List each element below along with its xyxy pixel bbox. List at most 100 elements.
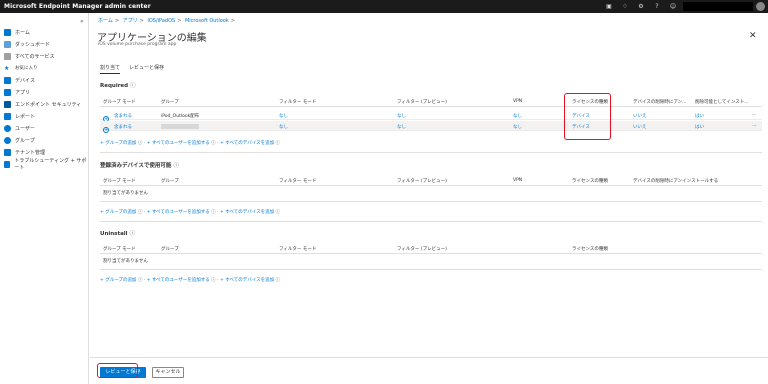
sidebar-item-troubleshooting[interactable]: トラブルシューティング + サポート [4, 158, 88, 171]
add-group-link[interactable]: + グループの追加 [100, 210, 136, 215]
cancel-button[interactable]: キャンセル [152, 367, 184, 378]
filter-mode-link[interactable]: なし [279, 113, 288, 119]
sidebar-item-all-services[interactable]: すべてのサービス [4, 51, 54, 61]
sidebar-item-tenant-admin[interactable]: テナント管理 [4, 147, 45, 157]
tab-review-save[interactable]: レビューと保存 [129, 64, 164, 74]
close-icon[interactable]: ✕ [749, 31, 757, 41]
add-all-users-link[interactable]: + すべてのユーザーを追加する [147, 278, 210, 283]
user-icon [4, 124, 11, 132]
footer-bar: レビューと保存 キャンセル [90, 357, 768, 384]
add-all-devices-link[interactable]: + すべてのデバイスを追加 [220, 210, 274, 215]
sidebar-item-label: すべてのサービス [15, 53, 55, 60]
breadcrumb-ios[interactable]: iOS/iPadOS [147, 18, 175, 24]
col-group-mode: グループ モード [103, 247, 136, 252]
breadcrumb-apps[interactable]: アプリ [123, 18, 138, 24]
info-icon[interactable]: ⓘ [130, 231, 136, 237]
required-add-links: + グループの追加 ⓘ · + すべてのユーザーを追加する ⓘ · + すべての… [100, 141, 281, 146]
info-icon[interactable]: ⓘ [130, 83, 136, 89]
sidebar-item-label: レポート [15, 113, 36, 120]
collapse-icon[interactable]: « [80, 18, 84, 25]
group-mode-link[interactable]: 含まれる [114, 124, 132, 130]
add-all-devices-link[interactable]: + すべてのデバイスを追加 [220, 278, 274, 283]
save-highlight-box [97, 363, 138, 378]
filter-mode-link[interactable]: なし [279, 124, 288, 130]
add-all-users-link[interactable]: + すべてのユーザーを追加する [147, 210, 210, 215]
list-icon [4, 52, 11, 60]
table-row[interactable]: + 含まれる なし なし なし デバイス いいえ はい ··· [100, 121, 762, 133]
info-icon[interactable]: ⓘ [173, 163, 179, 169]
sidebar-item-label: ホーム [15, 29, 30, 36]
col-filter: フィルター (プレビュー) [397, 100, 447, 105]
sidebar-item-devices[interactable]: デバイス [4, 75, 35, 85]
sidebar-item-endpoint-security[interactable]: エンドポイント セキュリティ [4, 99, 81, 109]
col-filter-mode: フィルター モード [279, 100, 317, 105]
sidebar-item-reports[interactable]: レポート [4, 111, 35, 121]
info-icon[interactable]: ⓘ [138, 210, 143, 215]
avatar[interactable] [756, 2, 765, 11]
section-divider [100, 221, 762, 222]
info-icon[interactable]: ⓘ [211, 278, 216, 283]
removable-link[interactable]: はい [695, 124, 704, 130]
info-icon[interactable]: ⓘ [276, 141, 281, 146]
sidebar: « ホーム ダッシュボード すべてのサービス ★ お気に入り デバイス アプリ … [0, 13, 89, 384]
sidebar-item-label: ダッシュボード [15, 41, 51, 48]
breadcrumb-app[interactable]: Microsoft Outlook [185, 18, 229, 24]
bell-icon[interactable]: ♢ [619, 3, 631, 10]
redacted-group-name [161, 124, 199, 129]
table-row[interactable]: + 含まれる iPod_Outlook配布 なし なし なし デバイス いいえ … [100, 110, 762, 122]
col-group: グループ [161, 179, 179, 184]
add-all-users-link[interactable]: + すべてのユーザーを追加する [147, 141, 210, 146]
add-group-link[interactable]: + グループの追加 [100, 278, 136, 283]
info-icon[interactable]: ⓘ [211, 210, 216, 215]
required-table-header: グループ モード グループ フィルター モード フィルター (プレビュー) VP… [100, 96, 762, 107]
sidebar-item-favorites[interactable]: ★ お気に入り [4, 63, 38, 73]
vpn-link[interactable]: なし [513, 113, 522, 119]
filter-link[interactable]: なし [397, 113, 406, 119]
col-vpn: VPN [513, 178, 523, 183]
group-mode-link[interactable]: 含まれる [114, 113, 132, 119]
top-bar: Microsoft Endpoint Manager admin center … [0, 0, 768, 13]
tab-bar: 割り当て レビューと保存 [100, 64, 173, 74]
add-group-link[interactable]: + グループの追加 [100, 141, 136, 146]
sidebar-item-home[interactable]: ホーム [4, 27, 30, 37]
account-box[interactable] [683, 2, 753, 11]
sidebar-item-label: テナント管理 [15, 149, 46, 156]
filter-link[interactable]: なし [397, 124, 406, 130]
tab-assignments[interactable]: 割り当て [100, 64, 121, 74]
info-icon[interactable]: ⓘ [138, 278, 143, 283]
col-filter: フィルター (プレビュー) [397, 247, 447, 252]
sidebar-item-label: トラブルシューティング + サポート [14, 158, 87, 171]
vpn-link[interactable]: なし [513, 124, 522, 130]
sidebar-item-label: ユーザー [15, 125, 35, 132]
sidebar-item-users[interactable]: ユーザー [4, 123, 35, 133]
info-icon[interactable]: ⓘ [211, 141, 216, 146]
uninstall-link[interactable]: いいえ [633, 124, 647, 130]
cloud-shell-icon[interactable]: ▣ [603, 3, 615, 10]
col-filter-mode: フィルター モード [279, 247, 317, 252]
breadcrumb-home[interactable]: ホーム [98, 18, 113, 24]
app-title: Microsoft Endpoint Manager admin center [4, 3, 151, 10]
col-license-type: ライセンスの種類 [572, 247, 608, 252]
feedback-icon[interactable]: ☺ [667, 3, 679, 10]
help-icon[interactable]: ? [651, 3, 663, 10]
col-group-mode: グループ モード [103, 100, 136, 105]
license-highlight-box [564, 93, 611, 140]
col-group: グループ [161, 100, 179, 105]
more-options-icon[interactable]: ... [190, 30, 197, 38]
sidebar-item-dashboard[interactable]: ダッシュボード [4, 39, 50, 49]
gear-icon[interactable]: ⚙ [635, 3, 647, 10]
row-more-icon[interactable]: ··· [752, 123, 757, 129]
uninstall-link[interactable]: いいえ [633, 113, 647, 119]
info-icon[interactable]: ⓘ [138, 141, 143, 146]
add-icon: + [103, 127, 109, 133]
add-all-devices-link[interactable]: + すべてのデバイスを追加 [220, 141, 274, 146]
info-icon[interactable]: ⓘ [276, 210, 281, 215]
sidebar-item-label: グループ [15, 137, 35, 144]
wrench-icon [4, 160, 11, 168]
sidebar-item-apps[interactable]: アプリ [4, 87, 30, 97]
sidebar-item-label: デバイス [15, 77, 35, 84]
sidebar-item-groups[interactable]: グループ [4, 135, 35, 145]
info-icon[interactable]: ⓘ [276, 278, 281, 283]
row-more-icon[interactable]: ··· [752, 112, 757, 118]
removable-link[interactable]: はい [695, 113, 704, 119]
